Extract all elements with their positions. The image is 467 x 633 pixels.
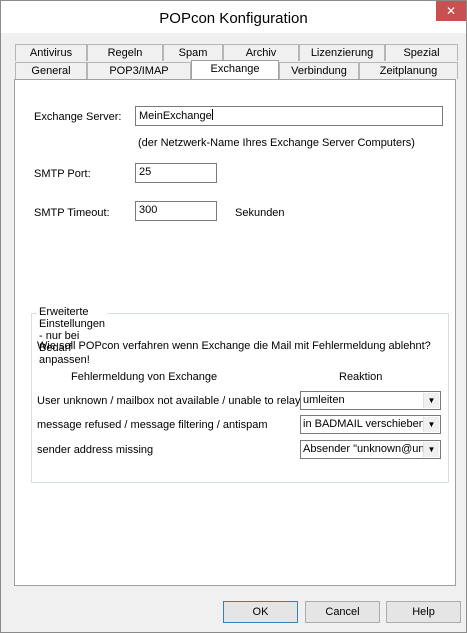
close-icon[interactable]: ✕ [436, 1, 466, 21]
reaction-select-2-value: in BADMAIL verschieben [303, 418, 423, 430]
chevron-down-icon[interactable]: ▼ [423, 417, 439, 432]
tab-zeitplanung[interactable]: Zeitplanung [359, 62, 458, 79]
exchange-server-label: Exchange Server: [34, 111, 122, 123]
smtp-timeout-input[interactable]: 300 [135, 201, 217, 221]
tab-pop3-imap[interactable]: POP3/IMAP [87, 62, 191, 79]
column-header-reaction: Reaktion [339, 371, 383, 383]
tab-archiv[interactable]: Archiv [223, 44, 299, 61]
reaction-select-3[interactable]: Absender "unknown@un ▼ [300, 440, 441, 459]
exchange-server-value: MeinExchange [139, 110, 212, 122]
exchange-server-input[interactable]: MeinExchange [135, 106, 443, 126]
smtp-timeout-unit: Sekunden [235, 207, 285, 219]
ok-button[interactable]: OK [223, 601, 298, 623]
config-window: POPcon Konfiguration ✕ Antivirus Regeln … [0, 0, 467, 633]
smtp-timeout-label: SMTP Timeout: [34, 207, 110, 219]
advanced-settings-title: Erweiterte Einstellungen - nur bei Bedar… [37, 306, 108, 366]
exchange-server-hint: (der Netzwerk-Name Ihres Exchange Server… [138, 137, 415, 149]
reaction-select-1-value: umleiten [303, 394, 345, 406]
cancel-button[interactable]: Cancel [305, 601, 380, 623]
tab-general[interactable]: General [15, 62, 87, 79]
tab-lizenzierung[interactable]: Lizenzierung [299, 44, 385, 61]
window-title: POPcon Konfiguration [159, 10, 308, 27]
tab-spezial[interactable]: Spezial [385, 44, 458, 61]
reaction-select-3-value: Absender "unknown@un [303, 443, 423, 455]
reaction-select-2[interactable]: in BADMAIL verschieben ▼ [300, 415, 441, 434]
advanced-question: Wie soll POPcon verfahren wenn Exchange … [37, 340, 431, 352]
help-button[interactable]: Help [386, 601, 461, 623]
column-header-error: Fehlermeldung von Exchange [71, 371, 218, 383]
error-row-2-label: message refused / message filtering / an… [37, 419, 268, 431]
tab-regeln[interactable]: Regeln [87, 44, 163, 61]
reaction-select-1[interactable]: umleiten ▼ [300, 391, 441, 410]
chevron-down-icon[interactable]: ▼ [423, 393, 439, 408]
error-row-3-label: sender address missing [37, 444, 154, 456]
tab-spam[interactable]: Spam [163, 44, 223, 61]
tab-antivirus[interactable]: Antivirus [15, 44, 87, 61]
tab-exchange[interactable]: Exchange [191, 60, 279, 79]
chevron-down-icon[interactable]: ▼ [423, 442, 439, 457]
title-bar[interactable]: POPcon Konfiguration ✕ [1, 1, 466, 33]
tab-verbindung[interactable]: Verbindung [279, 62, 359, 79]
smtp-port-label: SMTP Port: [34, 168, 91, 180]
error-row-1-label: User unknown / mailbox not available / u… [37, 395, 301, 407]
smtp-port-input[interactable]: 25 [135, 163, 217, 183]
